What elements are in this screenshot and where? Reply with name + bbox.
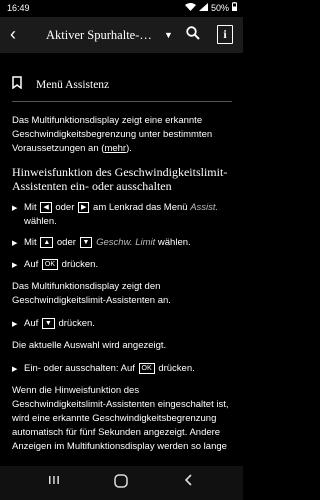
step-bullet-icon: ▶: [12, 321, 18, 328]
subheading: Hinweisfunktion des Geschwindigkeitslimi…: [12, 165, 228, 193]
step-bullet-icon: ▶: [12, 262, 18, 269]
recent-apps-icon[interactable]: [48, 474, 60, 489]
ok-key: OK: [138, 363, 155, 374]
system-nav-bar: [0, 466, 243, 500]
section-header: Menü Assistenz: [12, 76, 232, 93]
up-key-icon: ▲: [40, 237, 54, 248]
article: Menü Assistenz Das Multifunktionsdisplay…: [12, 66, 232, 463]
clock: 16:49: [7, 3, 30, 13]
back-arrow-icon[interactable]: ‹: [10, 24, 16, 44]
battery-level: 50%: [210, 2, 229, 13]
home-icon[interactable]: [114, 474, 128, 491]
step-item: ▶ Ein- oder ausschalten: Auf OK drücken.: [12, 362, 232, 377]
down-key-icon: ▼: [79, 237, 93, 248]
intro-paragraph: Das Multifunktionsdisplay zeigt eine erk…: [12, 115, 213, 154]
left-key-icon: ◀: [40, 202, 52, 213]
back-icon[interactable]: [184, 474, 194, 489]
step-bullet-icon: ▶: [12, 240, 18, 247]
search-icon[interactable]: [186, 26, 200, 45]
step-item: ▶ Mit ◀ oder ▶ am Lenkrad das Menü Assis…: [12, 202, 219, 227]
wifi-icon: [184, 2, 196, 13]
step-item: ▶ Mit ▲ oder ▼ Geschw. Limit wählen.: [12, 236, 232, 251]
page-title[interactable]: Aktiver Spurhalte-Assistent: [46, 25, 160, 45]
body-paragraph: Wenn die Hinweisfunktion des Geschwindig…: [12, 385, 229, 452]
note-paragraph: Die aktuelle Auswahl wird angezeigt.: [12, 340, 167, 351]
down-key-icon: ▼: [41, 318, 55, 329]
info-icon[interactable]: i: [217, 25, 233, 44]
bookmark-icon[interactable]: [12, 76, 22, 93]
step-item: ▶ Auf OK drücken.: [12, 258, 232, 273]
signal-icon: [198, 2, 208, 13]
ok-key: OK: [41, 259, 59, 270]
status-bar: 16:49 50%: [0, 0, 243, 16]
step-item: ▶ Auf ▼ drücken.: [12, 317, 232, 332]
more-link[interactable]: mehr: [104, 143, 126, 154]
section-title: Menü Assistenz: [36, 78, 110, 91]
battery-icon: [232, 2, 237, 13]
step-bullet-icon: ▶: [12, 366, 18, 373]
note-paragraph: Das Multifunktionsdisplay zeigt den Gesc…: [12, 281, 171, 306]
divider: [12, 101, 232, 102]
dropdown-caret-icon[interactable]: ▼: [164, 26, 173, 44]
app-bar: ‹ Aktiver Spurhalte-Assistent ▼ i: [0, 17, 243, 53]
step-bullet-icon: ▶: [12, 205, 18, 212]
right-key-icon: ▶: [78, 202, 90, 213]
